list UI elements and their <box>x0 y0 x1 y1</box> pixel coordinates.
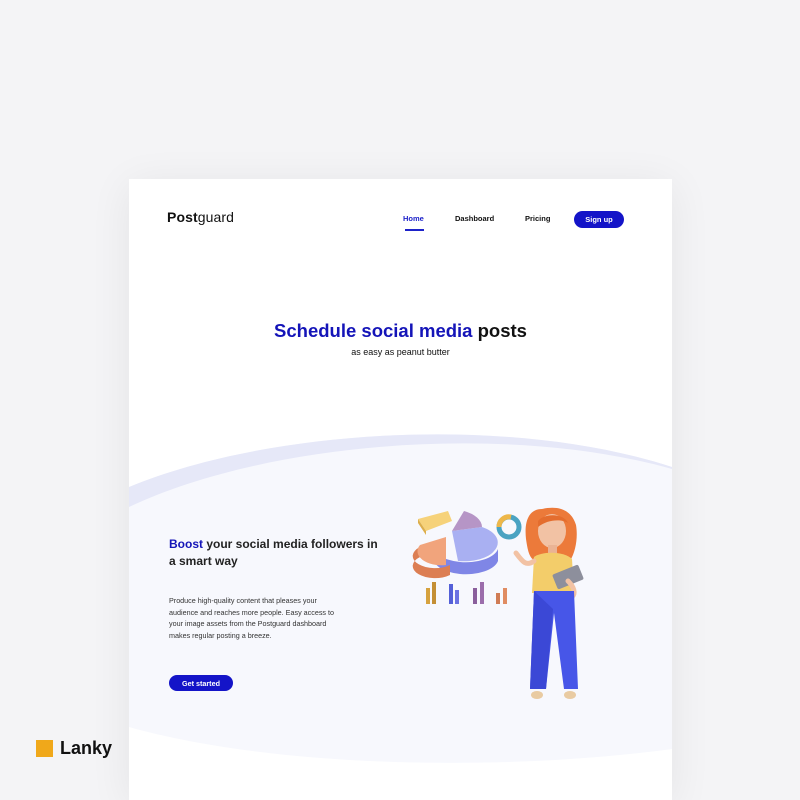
landing-page-mockup: Postguard Home Dashboard Pricing Sign up… <box>129 179 672 800</box>
hero-subtitle: as easy as peanut butter <box>351 347 450 357</box>
nav-home[interactable]: Home <box>403 214 424 223</box>
feature-title: Boost your social media followers in a s… <box>169 536 379 570</box>
character-illustration <box>412 507 584 699</box>
bar-chart-icon <box>426 582 507 604</box>
logo-bold-text: Post <box>167 209 198 225</box>
lanky-brand-name: Lanky <box>60 738 113 758</box>
donut-ring-icon <box>496 514 522 540</box>
character-figure <box>513 507 584 699</box>
hero-title-rest: posts <box>472 320 527 341</box>
nav-active-indicator <box>405 229 424 231</box>
lanky-logo-icon <box>36 740 53 757</box>
postguard-logo[interactable]: Postguard <box>167 209 234 225</box>
nav-pricing[interactable]: Pricing <box>525 214 550 223</box>
nav-dashboard[interactable]: Dashboard <box>455 214 494 223</box>
get-started-button[interactable]: Get started <box>169 675 233 691</box>
lanky-brand: Lanky <box>36 738 112 759</box>
hero-title-highlight: Schedule social media <box>274 320 473 341</box>
feature-title-highlight: Boost <box>169 537 203 551</box>
feature-description: Produce high-quality content that please… <box>169 596 335 640</box>
hero-title: Schedule social media posts <box>129 320 672 342</box>
pie-chart-3d-icon <box>412 511 498 579</box>
logo-light-text: guard <box>197 209 235 225</box>
signup-button[interactable]: Sign up <box>574 211 624 228</box>
